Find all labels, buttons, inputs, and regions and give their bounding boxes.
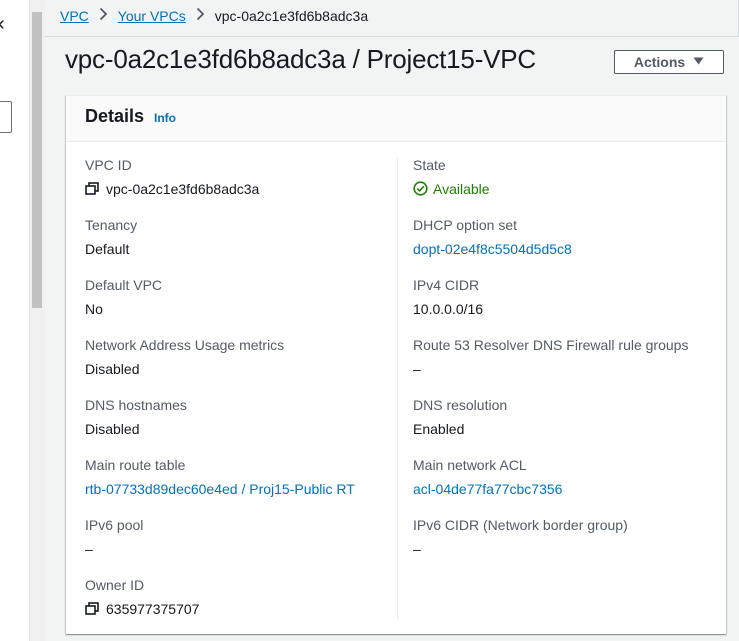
- field-label: Main route table: [85, 457, 186, 473]
- field-label: State: [413, 157, 446, 173]
- header-divider: [45, 36, 739, 37]
- field-value: Disabled: [85, 420, 140, 437]
- field-value: vpc-0a2c1e3fd6b8adc3a: [85, 179, 259, 198]
- navigation-search-input-edge[interactable]: [0, 101, 12, 133]
- details-panel: Details Info VPC ID vpc-0a2c1e3fd6b8adc3…: [66, 95, 726, 634]
- field-ipv6-pool: IPv6 pool –: [85, 517, 143, 558]
- actions-button-label: Actions: [633, 54, 686, 70]
- field-vpc-id: VPC ID vpc-0a2c1e3fd6b8adc3a: [85, 157, 259, 198]
- owner-id-value: 635977375707: [106, 600, 200, 617]
- state-value: Available: [433, 180, 490, 197]
- field-owner-id: Owner ID 635977375707: [85, 577, 199, 618]
- navigation-pane-edge: ‹: [0, 0, 29, 641]
- chevron-right-icon: [99, 7, 108, 25]
- field-ipv6-cidr: IPv6 CIDR (Network border group) –: [413, 517, 628, 558]
- field-label: Route 53 Resolver DNS Firewall rule grou…: [413, 337, 689, 353]
- field-route53-resolver-dns-firewall: Route 53 Resolver DNS Firewall rule grou…: [413, 337, 688, 378]
- dhcp-option-set-link[interactable]: dopt-02e4f8c5504d5d5c8: [413, 239, 572, 258]
- main-content: VPC Your VPCs vpc-0a2c1e3fd6b8adc3a vpc-…: [45, 0, 739, 641]
- field-dns-hostnames: DNS hostnames Disabled: [85, 397, 187, 438]
- field-label: DHCP option set: [413, 217, 518, 233]
- info-link[interactable]: Info: [154, 111, 176, 125]
- field-value: Enabled: [413, 420, 465, 437]
- field-value: No: [85, 300, 103, 317]
- breadcrumb-link-vpc[interactable]: VPC: [60, 8, 89, 24]
- field-value: 10.0.0.0/16: [413, 300, 484, 317]
- field-dhcp-option-set: DHCP option set dopt-02e4f8c5504d5d5c8: [413, 217, 572, 258]
- field-label: DNS hostnames: [85, 397, 187, 413]
- page-title: vpc-0a2c1e3fd6b8adc3a / Project15-VPC: [65, 44, 537, 74]
- field-value: –: [413, 540, 421, 557]
- main-network-acl-link[interactable]: acl-04de77fa77cbc7356: [413, 479, 562, 498]
- breadcrumb-link-your-vpcs[interactable]: Your VPCs: [118, 8, 186, 24]
- breadcrumb: VPC Your VPCs vpc-0a2c1e3fd6b8adc3a: [60, 6, 368, 26]
- breadcrumb-current: vpc-0a2c1e3fd6b8adc3a: [214, 8, 369, 24]
- field-default-vpc: Default VPC No: [85, 277, 162, 318]
- field-label: VPC ID: [85, 157, 132, 173]
- details-panel-header: Details Info: [66, 96, 726, 142]
- field-label: Owner ID: [85, 577, 145, 593]
- chevron-left-icon[interactable]: ‹: [0, 14, 5, 34]
- field-label: Network Address Usage metrics: [85, 337, 285, 353]
- field-ipv4-cidr: IPv4 CIDR 10.0.0.0/16: [413, 277, 483, 318]
- actions-button[interactable]: Actions: [614, 50, 724, 74]
- column-divider: [397, 158, 398, 620]
- field-label: IPv6 pool: [85, 517, 144, 533]
- field-value: Disabled: [85, 360, 140, 377]
- copy-icon[interactable]: [85, 181, 100, 196]
- field-value: Available: [413, 179, 490, 198]
- field-value: –: [413, 360, 421, 377]
- field-value: 635977375707: [85, 599, 199, 618]
- field-main-network-acl: Main network ACL acl-04de77fa77cbc7356: [413, 457, 562, 498]
- field-label: Default VPC: [85, 277, 163, 293]
- field-state: State Available: [413, 157, 490, 198]
- copy-icon[interactable]: [85, 601, 100, 616]
- scrollbar[interactable]: [29, 0, 45, 641]
- field-label: Main network ACL: [413, 457, 527, 473]
- field-tenancy: Tenancy Default: [85, 217, 137, 258]
- chevron-right-icon: [196, 7, 205, 25]
- field-label: IPv4 CIDR: [413, 277, 480, 293]
- field-label: Tenancy: [85, 217, 138, 233]
- field-dns-resolution: DNS resolution Enabled: [413, 397, 507, 438]
- caret-down-icon: [693, 56, 704, 68]
- field-value: –: [85, 540, 93, 557]
- field-main-route-table: Main route table rtb-07733d89dec60e4ed /…: [85, 457, 355, 498]
- field-value: Default: [85, 240, 130, 257]
- field-label: DNS resolution: [413, 397, 508, 413]
- vpc-id-value: vpc-0a2c1e3fd6b8adc3a: [106, 180, 260, 197]
- field-network-address-usage-metrics: Network Address Usage metrics Disabled: [85, 337, 284, 378]
- main-route-table-link[interactable]: rtb-07733d89dec60e4ed / Proj15-Public RT: [85, 479, 355, 498]
- field-label: IPv6 CIDR (Network border group): [413, 517, 628, 533]
- details-title: Details: [85, 106, 145, 126]
- check-circle-icon: [413, 181, 428, 196]
- scrollbar-thumb[interactable]: [32, 12, 42, 308]
